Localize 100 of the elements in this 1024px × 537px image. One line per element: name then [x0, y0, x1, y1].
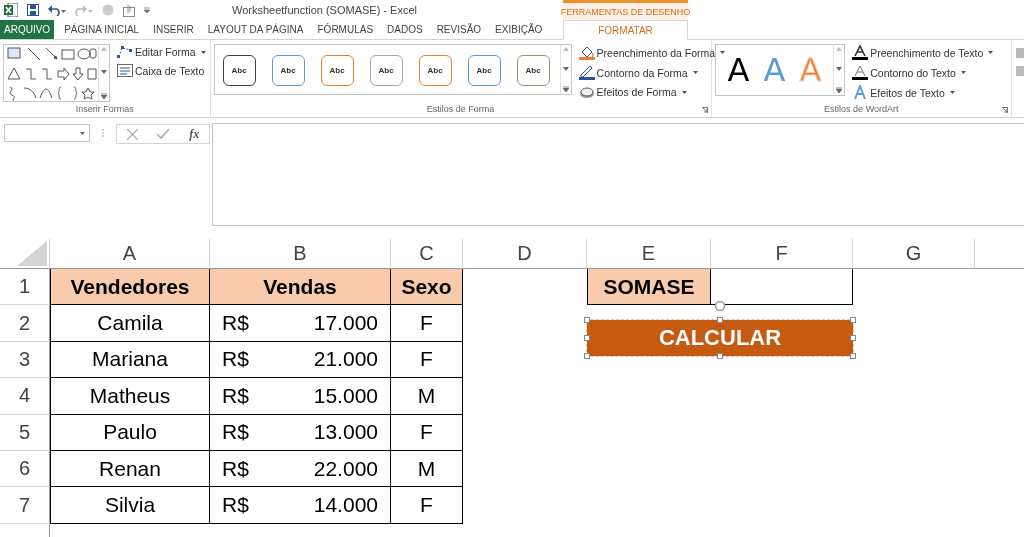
- table-cell: M: [391, 378, 463, 415]
- shape-style-swatch[interactable]: Abc: [222, 55, 256, 86]
- contextual-tab-group-label: FERRAMENTAS DE DESENHO: [563, 0, 688, 20]
- customize-caret-icon: [144, 7, 150, 13]
- text-box-icon: [117, 64, 133, 77]
- column-header[interactable]: D: [463, 239, 587, 269]
- text-fill-icon: [852, 45, 869, 60]
- currency-symbol: R$: [222, 383, 249, 408]
- table-header-cell: Vendas: [210, 269, 391, 306]
- row-header[interactable]: 7: [0, 487, 50, 524]
- ribbon-button[interactable]: Preenchimento de Texto: [850, 44, 996, 61]
- edit-shape-icon: [117, 45, 133, 59]
- criteria-label-cell: SOMASE: [587, 269, 711, 306]
- ribbon-tab[interactable]: FORMATAR: [563, 20, 688, 40]
- column-header[interactable]: B: [210, 239, 391, 269]
- ribbon-tab[interactable]: EXIBIÇÃO: [488, 20, 550, 39]
- dialog-launcher-icon: [1002, 107, 1008, 113]
- table-cell: 22.000: [313, 456, 378, 481]
- touch-mode-icon: [123, 3, 135, 17]
- table-cell: F: [391, 414, 463, 451]
- shape-style-swatch[interactable]: Abc: [516, 55, 550, 86]
- caret-icon: [720, 51, 726, 54]
- ribbon-button[interactable]: Preenchimento da Forma: [576, 44, 728, 61]
- row-header[interactable]: 4: [0, 378, 50, 415]
- row-header[interactable]: 6: [0, 450, 50, 488]
- more-icon: [562, 86, 569, 92]
- row-header[interactable]: 5: [0, 414, 50, 451]
- resize-handle[interactable]: [850, 335, 856, 341]
- insert-function-button[interactable]: fx: [189, 126, 200, 142]
- currency-symbol: R$: [222, 347, 249, 372]
- table-cell: Matheus: [50, 378, 210, 415]
- column-header[interactable]: F: [711, 239, 853, 269]
- resize-handle[interactable]: [850, 317, 856, 323]
- dialog-launcher-icon: [701, 107, 708, 113]
- cancel-icon: [126, 128, 138, 140]
- shape-style-swatch[interactable]: Abc: [418, 55, 452, 86]
- ribbon-tab[interactable]: LAYOUT DA PÁGINA: [200, 20, 311, 39]
- shape-style-swatch[interactable]: Abc: [271, 55, 305, 86]
- column-header[interactable]: G: [853, 239, 975, 269]
- currency-symbol: R$: [222, 493, 249, 518]
- caret-icon: [692, 71, 698, 74]
- ribbon-button[interactable]: Contorno do Texto: [850, 64, 996, 81]
- scroll-down-icon: [101, 70, 107, 74]
- formula-input[interactable]: [212, 123, 1024, 226]
- shape-style-swatch[interactable]: Abc: [320, 55, 354, 86]
- ribbon-tab[interactable]: INSERIR: [146, 20, 201, 39]
- table-cell: 14.000: [313, 493, 378, 518]
- table-header-cell: Vendedores: [50, 269, 210, 306]
- scroll-down-icon: [562, 66, 569, 71]
- table-cell: 17.000: [313, 311, 378, 336]
- group-title: Estilos de Forma: [426, 104, 495, 116]
- ribbon-button[interactable]: Editar Forma: [115, 44, 208, 60]
- row-header[interactable]: 3: [0, 341, 50, 379]
- ribbon-tab[interactable]: PÁGINA INICIAL: [57, 20, 147, 39]
- table-cell: Renan: [50, 450, 210, 488]
- resize-handle[interactable]: [584, 353, 590, 359]
- check-icon: [157, 129, 170, 139]
- scroll-up-icon: [836, 47, 843, 51]
- ribbon-button[interactable]: Efeitos de Forma: [576, 84, 728, 100]
- caret-icon: [960, 71, 966, 74]
- rotate-handle-icon: [714, 300, 726, 312]
- more-icon: [101, 93, 107, 99]
- row-header[interactable]: 2: [0, 305, 50, 342]
- text-outline-icon: [852, 65, 869, 80]
- group-title: Inserir Formas: [75, 104, 134, 116]
- save-icon: [27, 4, 39, 16]
- ribbon-button[interactable]: Caixa de Texto: [115, 63, 208, 78]
- scroll-down-icon: [836, 67, 843, 71]
- column-header[interactable]: E: [587, 239, 711, 269]
- ribbon-tab[interactable]: DADOS: [380, 20, 430, 39]
- table-cell: Paulo: [50, 414, 210, 451]
- calculate-button[interactable]: CALCULAR: [587, 320, 853, 356]
- paint-bucket-icon: [578, 45, 595, 60]
- more-icon: [836, 87, 843, 93]
- currency-symbol: R$: [222, 456, 249, 481]
- table-cell: Camila: [50, 305, 210, 342]
- resize-handle[interactable]: [850, 353, 856, 359]
- resize-handle[interactable]: [584, 335, 590, 341]
- wordart-style-sample[interactable]: A: [727, 47, 750, 93]
- table-cell: Silvia: [50, 487, 210, 524]
- ribbon-tab[interactable]: ARQUIVO: [0, 20, 55, 39]
- resize-handle[interactable]: [584, 317, 590, 323]
- resize-handle[interactable]: [717, 353, 723, 359]
- column-header[interactable]: A: [50, 239, 210, 269]
- caret-icon: [200, 50, 206, 54]
- currency-symbol: R$: [222, 420, 249, 445]
- group-title: Estilos de WordArt: [824, 104, 899, 116]
- ribbon-button[interactable]: Contorno da Forma: [576, 64, 728, 81]
- ribbon-tab[interactable]: FÓRMULAS: [310, 20, 381, 39]
- ribbon-button[interactable]: Efeitos de Texto: [850, 84, 996, 101]
- table-cell: F: [391, 341, 463, 379]
- column-header[interactable]: C: [391, 239, 463, 269]
- shape-style-swatch[interactable]: Abc: [467, 55, 501, 86]
- ribbon-tab[interactable]: REVISÃO: [429, 20, 489, 39]
- resize-handle[interactable]: [717, 317, 723, 323]
- shape-style-swatch[interactable]: Abc: [369, 55, 403, 86]
- table-cell: F: [391, 305, 463, 342]
- currency-symbol: R$: [222, 311, 249, 336]
- undo-icon: [48, 4, 66, 16]
- table-cell: M: [391, 450, 463, 488]
